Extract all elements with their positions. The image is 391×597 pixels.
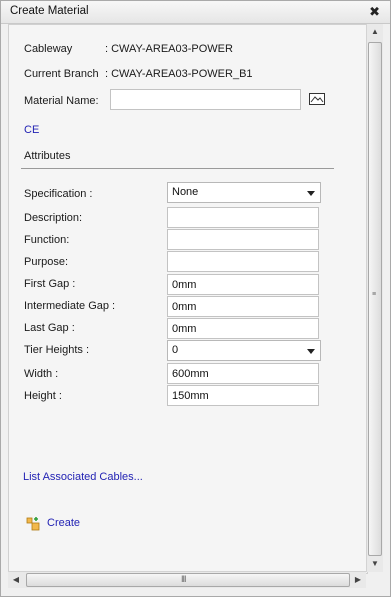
last-gap-label: Last Gap :	[24, 322, 75, 334]
function-input[interactable]	[167, 229, 319, 250]
height-label: Height :	[24, 390, 62, 402]
width-input[interactable]	[167, 363, 319, 384]
intermediate-gap-input[interactable]	[167, 296, 319, 317]
vertical-scroll-thumb[interactable]: ≡	[368, 42, 382, 556]
mountain-picture-icon[interactable]	[309, 93, 325, 105]
tier-heights-value: 0	[172, 344, 179, 356]
vertical-grip-icon: ≡	[372, 291, 377, 298]
specification-label: Specification :	[24, 188, 93, 200]
scroll-up-icon[interactable]: ▲	[367, 24, 383, 40]
create-material-icon	[26, 517, 40, 531]
horizontal-scroll-thumb[interactable]: III	[26, 573, 350, 587]
scroll-right-icon[interactable]: ▶	[350, 572, 366, 588]
horizontal-grip-icon: III	[181, 574, 186, 584]
first-gap-input[interactable]	[167, 274, 319, 295]
attributes-heading: Attributes	[24, 150, 71, 162]
attributes-divider	[21, 168, 334, 169]
close-icon[interactable]: ✖	[369, 4, 380, 20]
height-input[interactable]	[167, 385, 319, 406]
scroll-down-icon[interactable]: ▼	[367, 556, 383, 572]
form-panel: Cableway : CWAY-AREA03-POWER Current Bra…	[8, 24, 368, 574]
current-branch-value: : CWAY-AREA03-POWER_B1	[105, 68, 253, 80]
tier-heights-label: Tier Heights :	[24, 344, 90, 356]
chevron-down-icon	[307, 349, 315, 354]
function-label: Function:	[24, 234, 70, 246]
vertical-scrollbar[interactable]: ▲ ≡ ▼	[366, 24, 383, 572]
cableway-label: Cableway	[24, 43, 73, 55]
last-gap-input[interactable]	[167, 318, 319, 339]
cableway-value: : CWAY-AREA03-POWER	[105, 43, 233, 55]
chevron-down-icon	[307, 191, 315, 196]
title-bar: Create Material ✖	[1, 1, 390, 24]
description-label: Description:	[24, 212, 83, 224]
tier-heights-dropdown[interactable]: 0	[167, 340, 321, 361]
specification-dropdown[interactable]: None	[167, 182, 321, 203]
description-input[interactable]	[167, 207, 319, 228]
purpose-label: Purpose:	[24, 256, 69, 268]
intermediate-gap-label: Intermediate Gap :	[24, 300, 116, 312]
create-button-label: Create	[47, 517, 81, 529]
specification-value: None	[172, 186, 199, 198]
current-branch-label: Current Branch	[24, 68, 99, 80]
ce-link[interactable]: CE	[24, 124, 39, 136]
first-gap-label: First Gap :	[24, 278, 76, 290]
horizontal-scrollbar[interactable]: ◀ III ▶	[8, 571, 366, 588]
list-associated-cables-link[interactable]: List Associated Cables...	[23, 471, 143, 483]
purpose-input[interactable]	[167, 251, 319, 272]
material-name-label: Material Name:	[24, 95, 99, 107]
width-label: Width :	[24, 368, 59, 380]
material-name-input[interactable]	[110, 89, 301, 110]
scroll-left-icon[interactable]: ◀	[8, 572, 24, 588]
window-title: Create Material	[10, 5, 89, 17]
